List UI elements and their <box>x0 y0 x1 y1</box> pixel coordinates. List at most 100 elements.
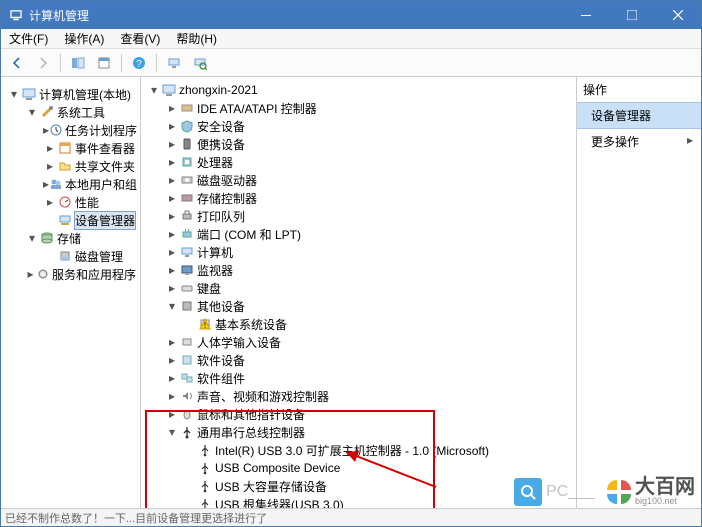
cpu-icon <box>179 154 195 170</box>
menu-help[interactable]: 帮助(H) <box>172 29 221 48</box>
expand-icon[interactable]: ▾ <box>25 231 39 245</box>
ide-icon <box>179 100 195 116</box>
sound-icon <box>179 388 195 404</box>
software-icon <box>179 352 195 368</box>
tree-disk-mgmt[interactable]: 磁盘管理 <box>7 247 136 265</box>
hid-icon <box>179 334 195 350</box>
tree-services-apps[interactable]: ▸ 服务和应用程序 <box>7 265 136 283</box>
expand-icon[interactable]: ▾ <box>165 425 179 439</box>
separator <box>60 54 61 72</box>
actions-header: 操作 <box>577 77 701 102</box>
dev-disk-drives[interactable]: ▸磁盘驱动器 <box>147 171 572 189</box>
dev-computer[interactable]: ▸计算机 <box>147 243 572 261</box>
properties-button[interactable] <box>92 51 116 75</box>
usb-icon <box>197 460 213 476</box>
printer-icon <box>179 208 195 224</box>
tree-system-tools[interactable]: ▾ 系统工具 <box>7 103 136 121</box>
warning-icon: ! <box>197 316 213 332</box>
maximize-button[interactable] <box>609 1 655 29</box>
status-bar: 已经不制作总数了！一下...目前设备管理更选择进行了 <box>1 508 701 526</box>
back-button[interactable] <box>5 51 29 75</box>
right-pane: 操作 设备管理器 更多操作 ▸ <box>577 77 701 508</box>
expand-icon[interactable]: ▸ <box>43 195 57 209</box>
scope-button[interactable] <box>66 51 90 75</box>
usb-icon <box>197 478 213 494</box>
forward-button[interactable] <box>31 51 55 75</box>
dev-software-comp[interactable]: ▸软件组件 <box>147 369 572 387</box>
app-icon <box>9 8 23 22</box>
dev-other-child[interactable]: !基本系统设备 <box>147 315 572 333</box>
dev-keyboards[interactable]: ▸键盘 <box>147 279 572 297</box>
window-title: 计算机管理 <box>29 7 563 24</box>
mouse-icon <box>179 406 195 422</box>
dev-hid[interactable]: ▸人体学输入设备 <box>147 333 572 351</box>
portable-icon <box>179 136 195 152</box>
menu-file[interactable]: 文件(F) <box>5 29 52 48</box>
tree-shared-folders[interactable]: ▸ 共享文件夹 <box>7 157 136 175</box>
tree-task-scheduler[interactable]: ▸ 任务计划程序 <box>7 121 136 139</box>
dev-usb-2[interactable]: USB Composite Device <box>147 459 572 477</box>
keyboard-icon <box>179 280 195 296</box>
tree-local-users[interactable]: ▸ 本地用户和组 <box>7 175 136 193</box>
expand-icon[interactable]: ▾ <box>147 83 161 97</box>
dev-monitors[interactable]: ▸监视器 <box>147 261 572 279</box>
dev-processor[interactable]: ▸处理器 <box>147 153 572 171</box>
computer-button[interactable] <box>162 51 186 75</box>
storage-icon <box>39 230 55 246</box>
usb-icon <box>179 424 195 440</box>
dev-other[interactable]: ▾其他设备 <box>147 297 572 315</box>
dev-print-queues[interactable]: ▸打印队列 <box>147 207 572 225</box>
watermark-pconline: PC___ <box>514 478 595 506</box>
dev-storage-ctrl[interactable]: ▸存储控制器 <box>147 189 572 207</box>
help-button[interactable]: ? <box>127 51 151 75</box>
dev-software-dev[interactable]: ▸软件设备 <box>147 351 572 369</box>
services-icon <box>36 266 50 282</box>
svg-text:!: ! <box>204 321 206 330</box>
monitor-icon <box>179 262 195 278</box>
expand-icon[interactable]: ▾ <box>25 105 39 119</box>
expand-icon[interactable]: ▾ <box>7 87 21 101</box>
dev-sound[interactable]: ▸声音、视频和游戏控制器 <box>147 387 572 405</box>
users-icon <box>49 176 63 192</box>
dev-mouse[interactable]: ▸鼠标和其他指针设备 <box>147 405 572 423</box>
separator <box>121 54 122 72</box>
tree-storage[interactable]: ▾ 存储 <box>7 229 136 247</box>
tree-root[interactable]: ▾ 计算机管理(本地) <box>7 85 136 103</box>
dev-usb[interactable]: ▾通用串行总线控制器 <box>147 423 572 441</box>
clock-icon <box>49 122 63 138</box>
close-button[interactable] <box>655 1 701 29</box>
menubar: 文件(F) 操作(A) 查看(V) 帮助(H) <box>1 29 701 49</box>
scan-button[interactable] <box>188 51 212 75</box>
expand-icon[interactable]: ▾ <box>165 299 179 313</box>
dev-root[interactable]: ▾zhongxin-2021 <box>147 81 572 99</box>
device-mgr-icon <box>57 212 73 228</box>
actions-item-devmgr[interactable]: 设备管理器 <box>577 102 701 129</box>
dev-usb-4[interactable]: USB 根集线器(USB 3.0) <box>147 495 572 508</box>
tree-event-viewer[interactable]: ▸ 事件查看器 <box>7 139 136 157</box>
hdd-icon <box>179 172 195 188</box>
minimize-button[interactable] <box>563 1 609 29</box>
device-tree[interactable]: ▾zhongxin-2021 ▸IDE ATA/ATAPI 控制器 ▸安全设备 … <box>141 77 576 508</box>
usb-icon <box>197 442 213 458</box>
expand-icon[interactable]: ▸ <box>25 267 36 281</box>
menu-view[interactable]: 查看(V) <box>116 29 164 48</box>
dev-ide[interactable]: ▸IDE ATA/ATAPI 控制器 <box>147 99 572 117</box>
dev-security[interactable]: ▸安全设备 <box>147 117 572 135</box>
mid-pane: ▾zhongxin-2021 ▸IDE ATA/ATAPI 控制器 ▸安全设备 … <box>141 77 577 508</box>
left-tree[interactable]: ▾ 计算机管理(本地) ▾ 系统工具 ▸ 任务计划程序 ▸ 事件 <box>1 81 140 287</box>
svg-text:?: ? <box>136 59 142 70</box>
actions-item-more[interactable]: 更多操作 ▸ <box>577 129 701 154</box>
folder-share-icon <box>57 158 73 174</box>
tree-device-manager[interactable]: 设备管理器 <box>7 211 136 229</box>
dev-usb-3[interactable]: USB 大容量存储设备 <box>147 477 572 495</box>
dev-ports[interactable]: ▸端口 (COM 和 LPT) <box>147 225 572 243</box>
menu-action[interactable]: 操作(A) <box>60 29 108 48</box>
expand-icon[interactable]: ▸ <box>43 141 57 155</box>
tree-performance[interactable]: ▸ 性能 <box>7 193 136 211</box>
expand-icon[interactable]: ▸ <box>43 159 57 173</box>
titlebar: 计算机管理 <box>1 1 701 29</box>
watermark-big100: 大百网 big100.net <box>607 477 695 506</box>
dev-portable[interactable]: ▸便携设备 <box>147 135 572 153</box>
left-pane: ▾ 计算机管理(本地) ▾ 系统工具 ▸ 任务计划程序 ▸ 事件 <box>1 77 141 508</box>
dev-usb-1[interactable]: Intel(R) USB 3.0 可扩展主机控制器 - 1.0 (Microso… <box>147 441 572 459</box>
